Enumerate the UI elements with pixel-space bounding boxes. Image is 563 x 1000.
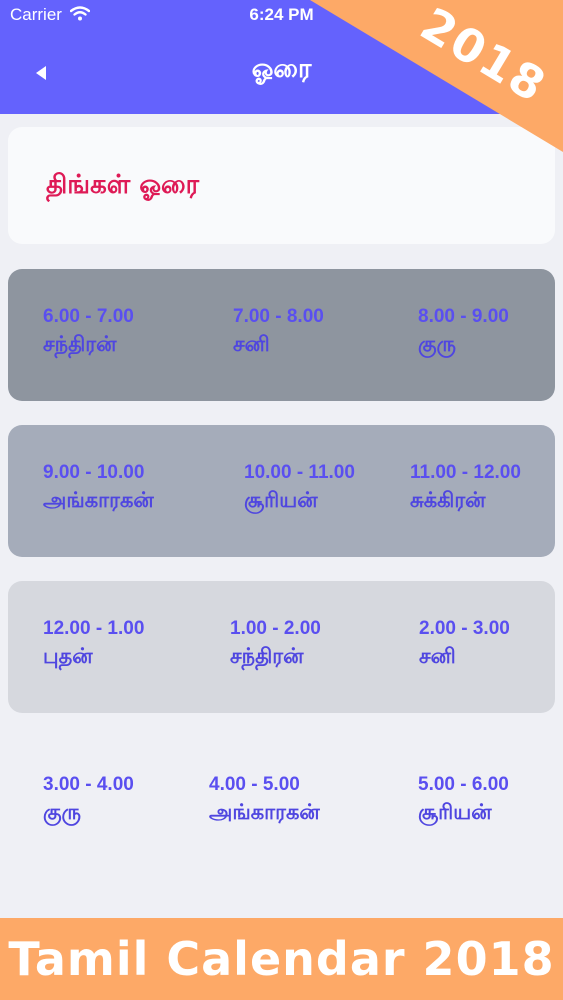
slot-planet: சனி [419, 644, 456, 668]
hora-slot[interactable]: 3.00 - 4.00 குரு [43, 774, 134, 827]
slot-planet: குரு [418, 332, 457, 356]
slot-planet: சூரியன் [244, 488, 318, 512]
slot-time: 4.00 - 5.00 [209, 774, 300, 795]
hora-slot[interactable]: 11.00 - 12.00 சுக்கிரன் [410, 462, 521, 515]
hora-slot[interactable]: 8.00 - 9.00 குரு [418, 306, 509, 359]
hora-slot[interactable]: 2.00 - 3.00 சனி [419, 618, 510, 671]
day-hora-title: திங்கள் ஓரை [46, 170, 200, 200]
slot-time: 7.00 - 8.00 [233, 306, 324, 327]
slot-time: 11.00 - 12.00 [410, 462, 521, 483]
hora-row-1: 6.00 - 7.00 சந்திரன் 7.00 - 8.00 சனி 8.0… [8, 269, 555, 401]
slot-planet: சந்திரன் [43, 332, 117, 356]
footer-title: Tamil Calendar 2018 [8, 932, 555, 986]
slot-planet: சந்திரன் [230, 644, 304, 668]
day-header-card: திங்கள் ஓரை [8, 127, 555, 244]
status-bar: Carrier 6:24 PM [0, 0, 563, 32]
hora-row-4: 3.00 - 4.00 குரு 4.00 - 5.00 அங்காரகன் 5… [8, 737, 555, 869]
slot-planet: புதன் [43, 644, 93, 668]
slot-planet: சுக்கிரன் [410, 488, 486, 512]
slot-time: 8.00 - 9.00 [418, 306, 509, 327]
slot-planet: அங்காரகன் [43, 488, 154, 512]
hora-slot[interactable]: 7.00 - 8.00 சனி [233, 306, 324, 359]
navigation-bar: ஓரை [0, 32, 563, 114]
footer-banner: Tamil Calendar 2018 [0, 918, 563, 1000]
hora-slot[interactable]: 1.00 - 2.00 சந்திரன் [230, 618, 321, 671]
hora-row-3: 12.00 - 1.00 புதன் 1.00 - 2.00 சந்திரன் … [8, 581, 555, 713]
slot-time: 9.00 - 10.00 [43, 462, 145, 483]
hora-slot[interactable]: 10.00 - 11.00 சூரியன் [244, 462, 355, 515]
slot-planet: குரு [43, 800, 82, 824]
hora-slot[interactable]: 9.00 - 10.00 அங்காரகன் [43, 462, 154, 515]
slot-time: 5.00 - 6.00 [418, 774, 509, 795]
slot-time: 6.00 - 7.00 [43, 306, 134, 327]
hora-slot[interactable]: 4.00 - 5.00 அங்காரகன் [209, 774, 320, 827]
slot-planet: அங்காரகன் [209, 800, 320, 824]
slot-time: 10.00 - 11.00 [244, 462, 355, 483]
hora-slot[interactable]: 12.00 - 1.00 புதன் [43, 618, 144, 671]
slot-time: 12.00 - 1.00 [43, 618, 145, 639]
hora-row-2: 9.00 - 10.00 அங்காரகன் 10.00 - 11.00 சூர… [8, 425, 555, 557]
slot-time: 2.00 - 3.00 [419, 618, 510, 639]
hora-slot[interactable]: 5.00 - 6.00 சூரியன் [418, 774, 509, 827]
slot-time: 1.00 - 2.00 [230, 618, 321, 639]
slot-planet: சூரியன் [418, 800, 492, 824]
hora-slot[interactable]: 6.00 - 7.00 சந்திரன் [43, 306, 134, 359]
status-time: 6:24 PM [249, 5, 314, 24]
slot-planet: சனி [233, 332, 270, 356]
slot-time: 3.00 - 4.00 [43, 774, 134, 795]
page-title: ஓரை [251, 54, 312, 84]
